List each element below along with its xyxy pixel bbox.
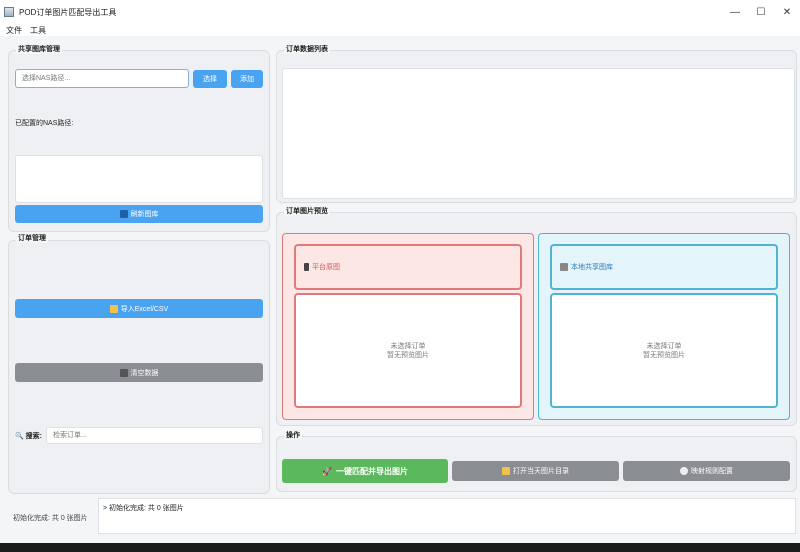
gear-icon — [680, 467, 688, 475]
match-export-button[interactable]: 🚀 一键匹配并导出图片 — [282, 459, 448, 483]
select-button[interactable]: 选择 — [193, 70, 227, 88]
refresh-icon — [119, 210, 128, 218]
platform-empty-line2: 暂无预览图片 — [387, 351, 429, 359]
add-button[interactable]: 添加 — [231, 70, 263, 88]
import-excel-label: 导入Excel/CSV — [120, 305, 169, 313]
menu-tools[interactable]: 工具 — [30, 25, 46, 36]
library-group-title: 共享图库管理 — [16, 44, 62, 54]
platform-empty-line1: 未选择订单 — [390, 342, 426, 350]
app-icon — [4, 7, 14, 17]
nas-path-list[interactable] — [15, 155, 263, 203]
rocket-icon: 🚀 — [322, 466, 332, 476]
clear-data-label: 清空数据 — [130, 369, 159, 377]
platform-image-area: 未选择订单 暂无预览图片 — [294, 293, 522, 408]
window-title: POD订单图片匹配导出工具 — [19, 7, 117, 17]
refresh-library-label: 刷新图库 — [130, 211, 159, 218]
local-image-area: 未选择订单 暂无预览图片 — [550, 293, 778, 408]
order-list-title: 订单数据列表 — [284, 44, 330, 54]
title-bar: POD订单图片匹配导出工具 — ☐ ✕ — [0, 0, 800, 24]
match-export-label: 一键匹配并导出图片 — [335, 466, 408, 476]
preview-title: 订单图片预览 — [284, 206, 330, 216]
status-text: 初始化完成: 共 0 张图片 — [13, 515, 88, 522]
close-button[interactable]: ✕ — [774, 0, 800, 24]
trash-icon — [119, 368, 128, 377]
search-label-wrap: 🔍 搜索: — [15, 431, 42, 441]
minimize-button[interactable]: — — [722, 0, 748, 24]
menu-bar: 文件 工具 — [0, 24, 800, 36]
phone-icon — [304, 263, 309, 271]
local-label: 本地共享图库 — [571, 264, 613, 271]
configured-nas-label: 已配置的NAS路径: — [15, 120, 74, 127]
order-table[interactable] — [282, 68, 795, 199]
taskbar — [0, 543, 800, 552]
import-excel-button[interactable]: 导入Excel/CSV — [15, 299, 263, 318]
search-icon: 🔍 — [15, 433, 24, 440]
search-label: 搜索: — [25, 433, 43, 440]
search-input[interactable] — [46, 427, 263, 444]
refresh-library-button[interactable]: 刷新图库 — [15, 205, 263, 223]
folder-icon — [109, 304, 118, 313]
local-empty-line2: 暂无预览图片 — [643, 351, 685, 359]
mapping-config-label: 映射规则配置 — [691, 468, 733, 475]
platform-label: 平台原图 — [312, 264, 340, 271]
local-empty-line1: 未选择订单 — [646, 342, 682, 350]
local-header: 本地共享图库 — [550, 244, 778, 290]
app-window: POD订单图片匹配导出工具 — ☐ ✕ 文件 工具 共享图库管理 选择 添加 已… — [0, 0, 800, 543]
menu-file[interactable]: 文件 — [6, 25, 22, 36]
open-dir-button[interactable]: 打开当天图片目录 — [452, 461, 619, 481]
log-box[interactable]: > 初始化完成: 共 0 张图片 — [98, 498, 796, 534]
mapping-config-button[interactable]: 映射规则配置 — [623, 461, 790, 481]
folder-open-icon — [502, 467, 510, 475]
maximize-button[interactable]: ☐ — [748, 0, 774, 24]
orders-group-title: 订单管理 — [16, 233, 48, 243]
open-dir-label: 打开当天图片目录 — [513, 468, 569, 475]
clear-data-button[interactable]: 清空数据 — [15, 363, 263, 382]
image-icon — [560, 263, 568, 271]
actions-title: 操作 — [284, 430, 302, 440]
nas-path-input[interactable] — [15, 69, 189, 88]
platform-header: 平台原图 — [294, 244, 522, 290]
window-controls: — ☐ ✕ — [722, 0, 800, 24]
